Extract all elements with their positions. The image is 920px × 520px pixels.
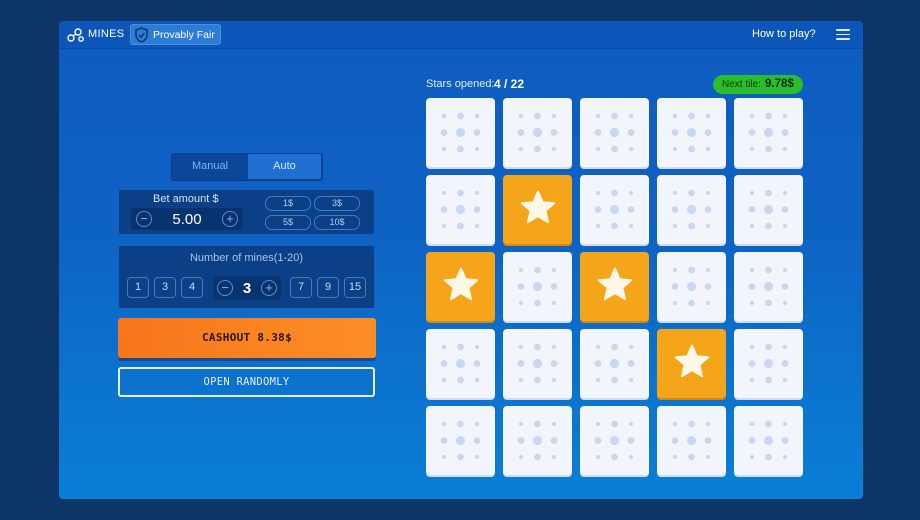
tile-hidden[interactable]	[734, 252, 803, 321]
next-tile-label: Next tile:	[722, 79, 761, 90]
bet-amount-panel: Bet amount $ − 5.00 + 1$ 3$ 5$ 10$	[118, 189, 375, 235]
next-tile-badge: Next tile: 9.78$	[713, 75, 803, 94]
tile-hidden[interactable]	[503, 406, 572, 475]
open-randomly-button[interactable]: OPEN RANDOMLY	[118, 367, 375, 397]
tile-hidden[interactable]	[503, 252, 572, 321]
tile-hidden[interactable]	[580, 175, 649, 244]
provably-fair-label: Provably Fair	[153, 29, 215, 41]
tab-manual[interactable]: Manual	[172, 154, 248, 179]
tile-hidden[interactable]	[734, 98, 803, 167]
tile-hidden[interactable]	[503, 329, 572, 398]
stars-opened-count: 4 / 22	[494, 77, 525, 91]
quick-bet-1[interactable]: 1$	[265, 196, 311, 211]
tile-hidden[interactable]	[734, 329, 803, 398]
tile-hidden[interactable]	[580, 406, 649, 475]
mines-option-3[interactable]: 3	[154, 277, 176, 298]
mines-count-panel: Number of mines(1-20) 1 3 4 − 3 + 7 9 15	[118, 245, 375, 309]
mines-count-input[interactable]: − 3 +	[213, 276, 281, 300]
bet-decrease-button[interactable]: −	[136, 211, 152, 227]
mines-option-7[interactable]: 7	[290, 277, 312, 298]
tile-hidden[interactable]	[657, 252, 726, 321]
shield-check-icon	[135, 27, 148, 43]
tile-hidden[interactable]	[580, 329, 649, 398]
tile-hidden[interactable]	[657, 98, 726, 167]
tile-revealed-star	[503, 175, 572, 244]
mines-decrease-button[interactable]: −	[217, 280, 233, 296]
tile-hidden[interactable]	[657, 175, 726, 244]
mines-count-value: 3	[242, 280, 252, 297]
tile-hidden[interactable]	[657, 406, 726, 475]
mines-increase-button[interactable]: +	[261, 280, 277, 296]
tile-revealed-star	[657, 329, 726, 398]
tile-hidden[interactable]	[734, 406, 803, 475]
hamburger-menu-icon[interactable]	[836, 29, 850, 40]
mines-count-label: Number of mines(1-20)	[189, 252, 304, 264]
star-icon	[520, 190, 556, 224]
tile-hidden[interactable]	[426, 329, 495, 398]
next-tile-value: 9.78$	[765, 78, 794, 90]
tile-hidden[interactable]	[426, 98, 495, 167]
mines-logo-icon	[67, 28, 84, 42]
tile-hidden[interactable]	[426, 175, 495, 244]
bet-amount-label: Bet amount $	[153, 193, 219, 205]
cashout-button[interactable]: CASHOUT 8.38$	[118, 318, 376, 358]
game-title: MINES	[88, 28, 125, 40]
bet-amount-input[interactable]: − 5.00 +	[131, 208, 243, 230]
bet-increase-button[interactable]: +	[222, 211, 238, 227]
mines-option-1[interactable]: 1	[127, 277, 149, 298]
tile-hidden[interactable]	[426, 406, 495, 475]
star-icon	[597, 267, 633, 301]
provably-fair-button[interactable]: Provably Fair	[130, 24, 221, 45]
mode-toggle: Manual Auto	[171, 153, 323, 181]
star-icon	[443, 267, 479, 301]
quick-bet-10[interactable]: 10$	[314, 215, 360, 230]
tile-revealed-star	[580, 252, 649, 321]
how-to-play-link[interactable]: How to play?	[752, 28, 816, 40]
top-bar: MINES Provably Fair How to play?	[59, 21, 863, 49]
bet-amount-value: 5.00	[172, 211, 202, 228]
mines-option-4[interactable]: 4	[181, 277, 203, 298]
quick-bet-3[interactable]: 3$	[314, 196, 360, 211]
tile-hidden[interactable]	[734, 175, 803, 244]
tile-hidden[interactable]	[503, 98, 572, 167]
mines-option-9[interactable]: 9	[317, 277, 339, 298]
stars-opened-label: Stars opened:	[426, 78, 495, 90]
tile-revealed-star	[426, 252, 495, 321]
mines-option-15[interactable]: 15	[344, 277, 366, 298]
quick-bet-5[interactable]: 5$	[265, 215, 311, 230]
star-icon	[674, 344, 710, 378]
tab-auto[interactable]: Auto	[248, 154, 321, 179]
tile-hidden[interactable]	[580, 98, 649, 167]
game-window: MINES Provably Fair How to play? Manual …	[59, 21, 863, 499]
